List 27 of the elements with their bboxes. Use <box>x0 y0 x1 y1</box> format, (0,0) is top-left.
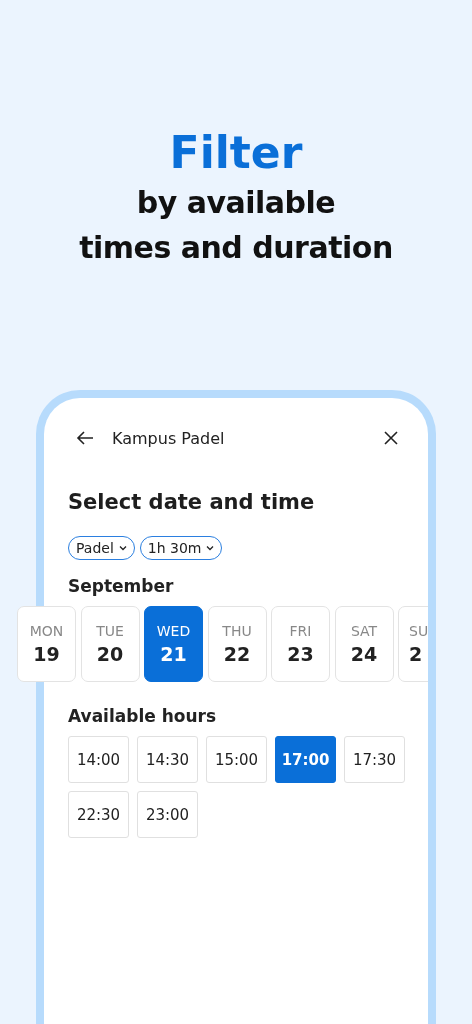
time-slot[interactable]: 22:30 <box>68 791 129 838</box>
time-slot[interactable]: 14:30 <box>137 736 198 783</box>
time-slot[interactable]: 17:30 <box>344 736 405 783</box>
time-slot[interactable]: 23:00 <box>137 791 198 838</box>
day-card[interactable]: MON 19 <box>17 606 76 682</box>
filter-dropdown[interactable]: Padel <box>68 536 135 560</box>
chevron-down-icon <box>118 545 127 551</box>
section-heading: Select date and time <box>68 490 316 514</box>
day-card[interactable]: TUE 20 <box>80 606 140 682</box>
day-card[interactable]: WED 21 <box>144 606 203 682</box>
time-slot[interactable]: 14:00 <box>68 736 129 783</box>
day-card[interactable]: THU 22 <box>207 606 267 682</box>
time-slot[interactable]: 17:00 <box>275 736 336 783</box>
hours-label: Available hours <box>68 706 218 726</box>
back-arrow-icon[interactable] <box>76 430 94 446</box>
headline-text: times and duration <box>78 229 394 267</box>
month-label: September <box>68 576 175 596</box>
filter-dropdown[interactable]: 1h 30m <box>139 536 223 560</box>
day-card[interactable]: SU 2 <box>398 606 428 682</box>
chevron-down-icon <box>206 545 215 551</box>
day-card[interactable]: FRI 23 <box>271 606 330 682</box>
headline-text: by available <box>135 184 337 222</box>
close-icon[interactable] <box>384 431 398 445</box>
headline-accent: Filter <box>168 126 304 180</box>
venue-title: Kampus Padel <box>112 428 225 448</box>
time-slot[interactable]: 15:00 <box>206 736 267 783</box>
day-card[interactable]: SAT 24 <box>334 606 394 682</box>
